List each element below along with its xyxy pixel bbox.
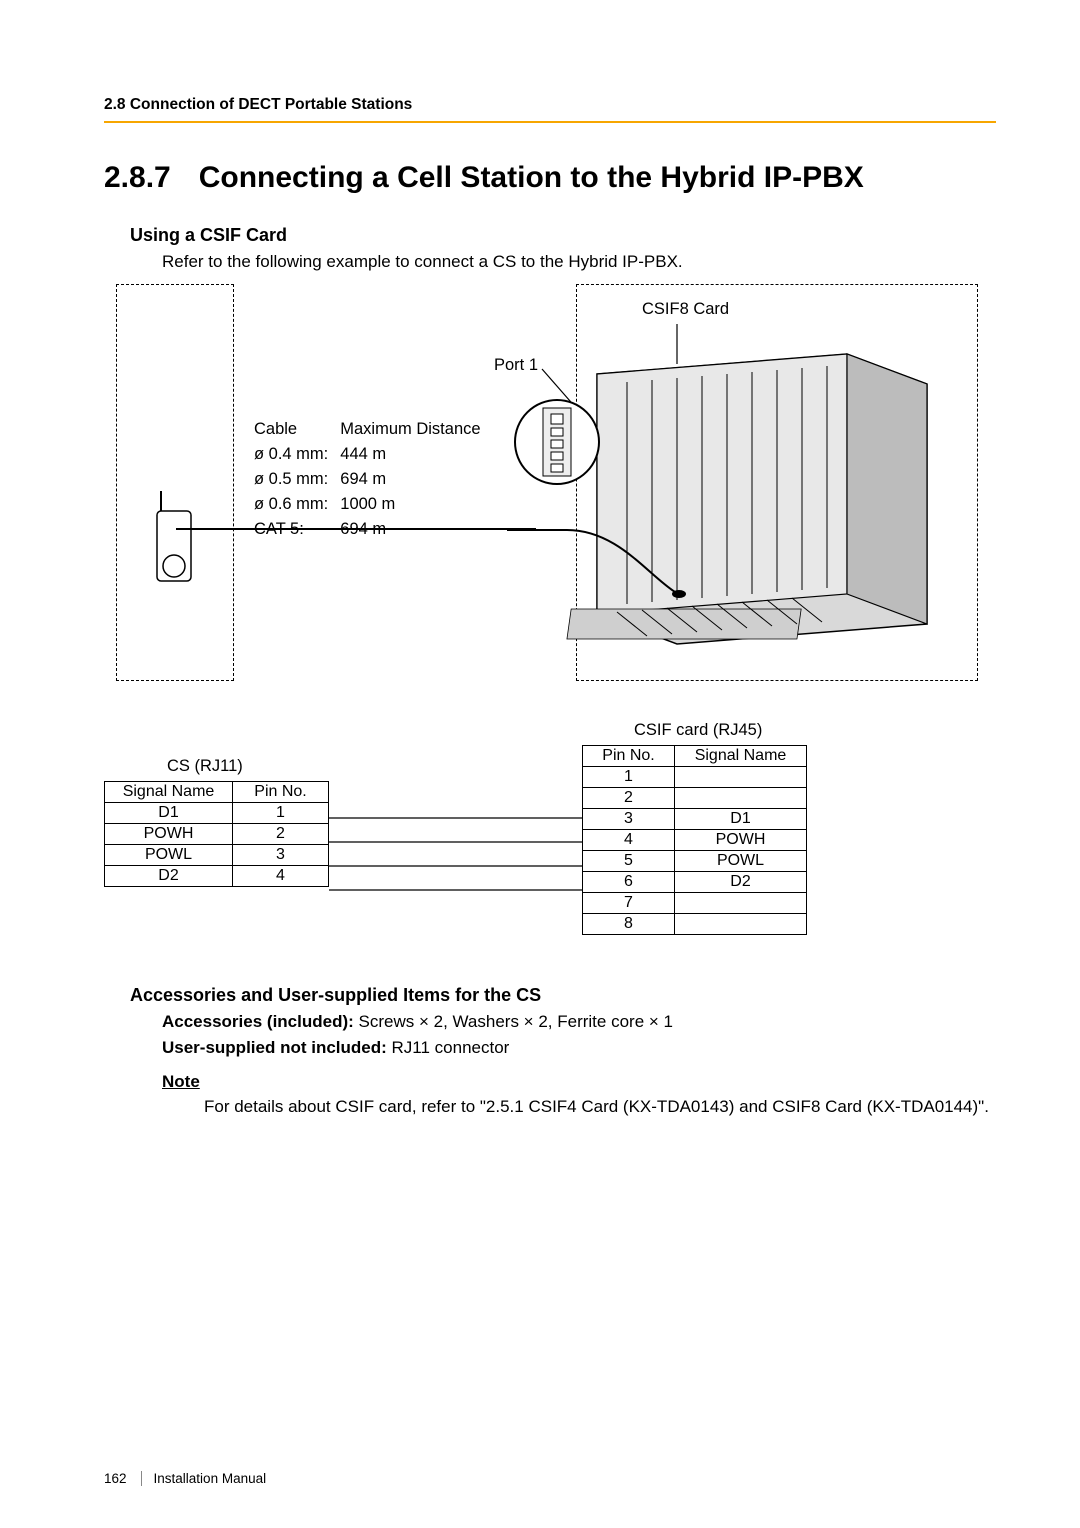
cable-cell: 1000 m bbox=[340, 493, 490, 516]
table-row: Pin No. Signal Name bbox=[583, 746, 807, 767]
table-row: Signal Name Pin No. bbox=[105, 782, 329, 803]
cable-cell: 694 m bbox=[340, 518, 490, 541]
cell: 3 bbox=[583, 809, 675, 830]
table-row: 7 bbox=[583, 893, 807, 914]
pbx-cabinet-icon bbox=[507, 324, 967, 664]
col-header: Pin No. bbox=[233, 782, 329, 803]
cell: 3 bbox=[233, 845, 329, 866]
cell: POWL bbox=[675, 851, 807, 872]
cable-header-col1: Cable bbox=[254, 418, 338, 441]
accessories-user-supplied: User-supplied not included: RJ11 connect… bbox=[162, 1038, 996, 1058]
acc-user-text: RJ11 connector bbox=[392, 1038, 510, 1057]
col-header: Signal Name bbox=[105, 782, 233, 803]
cable-header-col2: Maximum Distance bbox=[340, 418, 490, 441]
cell: 1 bbox=[583, 767, 675, 788]
table-row: 2 bbox=[583, 788, 807, 809]
acc-included-text: Screws × 2, Washers × 2, Ferrite core × … bbox=[359, 1012, 673, 1031]
cell: 4 bbox=[233, 866, 329, 887]
subheading-accessories: Accessories and User-supplied Items for … bbox=[130, 985, 996, 1006]
pin-wiring-diagram bbox=[329, 806, 583, 946]
cable-cell: CAT 5: bbox=[254, 518, 338, 541]
section-title-text: Connecting a Cell Station to the Hybrid … bbox=[199, 161, 864, 194]
csif-pinout-table: Pin No. Signal Name 1 2 3D1 4POWH 5POWL … bbox=[582, 745, 807, 935]
cell: POWL bbox=[105, 845, 233, 866]
csif8-card-label: CSIF8 Card bbox=[642, 300, 729, 319]
cell: 4 bbox=[583, 830, 675, 851]
cell-station-icon bbox=[137, 491, 211, 611]
table-row: 3D1 bbox=[583, 809, 807, 830]
accessories-included: Accessories (included): Screws × 2, Wash… bbox=[162, 1012, 996, 1032]
cs-dashed-box bbox=[116, 284, 234, 681]
table-row: Cable Maximum Distance bbox=[254, 418, 491, 441]
cell: 8 bbox=[583, 914, 675, 935]
running-header: 2.8 Connection of DECT Portable Stations bbox=[104, 96, 996, 123]
cable-cell: ø 0.4 mm: bbox=[254, 443, 338, 466]
cs-rj11-caption: CS (RJ11) bbox=[167, 757, 243, 776]
cell: D1 bbox=[675, 809, 807, 830]
table-row: 1 bbox=[583, 767, 807, 788]
cell bbox=[675, 788, 807, 809]
manual-name: Installation Manual bbox=[154, 1471, 267, 1486]
pinout-area: CS (RJ11) CSIF card (RJ45) Signal Name P… bbox=[104, 721, 984, 981]
acc-user-label: User-supplied not included: bbox=[162, 1038, 392, 1057]
page: 2.8 Connection of DECT Portable Stations… bbox=[0, 0, 1080, 1528]
col-header: Pin No. bbox=[583, 746, 675, 767]
section-title: 2.8.7 Connecting a Cell Station to the Hy… bbox=[104, 161, 996, 195]
note-heading: Note bbox=[162, 1072, 996, 1092]
table-row: CAT 5:694 m bbox=[254, 518, 491, 541]
cable-cell: ø 0.6 mm: bbox=[254, 493, 338, 516]
cell: 5 bbox=[583, 851, 675, 872]
intro-paragraph: Refer to the following example to connec… bbox=[162, 252, 996, 272]
cell: 6 bbox=[583, 872, 675, 893]
cell: 2 bbox=[233, 824, 329, 845]
subheading-csif: Using a CSIF Card bbox=[130, 225, 996, 246]
table-row: POWH2 bbox=[105, 824, 329, 845]
table-row: D24 bbox=[105, 866, 329, 887]
cable-distance-table: Cable Maximum Distance ø 0.4 mm:444 m ø … bbox=[252, 416, 493, 543]
table-row: 6D2 bbox=[583, 872, 807, 893]
cs-pinout-table: Signal Name Pin No. D11 POWH2 POWL3 D24 bbox=[104, 781, 329, 887]
cable-cell: 694 m bbox=[340, 468, 490, 491]
table-row: 8 bbox=[583, 914, 807, 935]
cell bbox=[675, 914, 807, 935]
table-row: ø 0.5 mm:694 m bbox=[254, 468, 491, 491]
table-row: ø 0.4 mm:444 m bbox=[254, 443, 491, 466]
acc-included-label: Accessories (included): bbox=[162, 1012, 359, 1031]
page-footer: 162 Installation Manual bbox=[104, 1471, 266, 1486]
cell: POWH bbox=[105, 824, 233, 845]
cell: D1 bbox=[105, 803, 233, 824]
connection-diagram: Cable Maximum Distance ø 0.4 mm:444 m ø … bbox=[104, 276, 984, 681]
table-row: D11 bbox=[105, 803, 329, 824]
cell: 1 bbox=[233, 803, 329, 824]
cell: POWH bbox=[675, 830, 807, 851]
table-row: ø 0.6 mm:1000 m bbox=[254, 493, 491, 516]
note-body: For details about CSIF card, refer to "2… bbox=[204, 1096, 994, 1117]
cell: D2 bbox=[105, 866, 233, 887]
table-row: 4POWH bbox=[583, 830, 807, 851]
section-number: 2.8.7 bbox=[104, 161, 171, 195]
cell: D2 bbox=[675, 872, 807, 893]
page-number: 162 bbox=[104, 1471, 142, 1486]
cell: 7 bbox=[583, 893, 675, 914]
csif-rj45-caption: CSIF card (RJ45) bbox=[634, 721, 762, 740]
cable-cell: 444 m bbox=[340, 443, 490, 466]
table-row: 5POWL bbox=[583, 851, 807, 872]
col-header: Signal Name bbox=[675, 746, 807, 767]
cell bbox=[675, 893, 807, 914]
table-row: POWL3 bbox=[105, 845, 329, 866]
cell: 2 bbox=[583, 788, 675, 809]
cable-cell: ø 0.5 mm: bbox=[254, 468, 338, 491]
cell bbox=[675, 767, 807, 788]
